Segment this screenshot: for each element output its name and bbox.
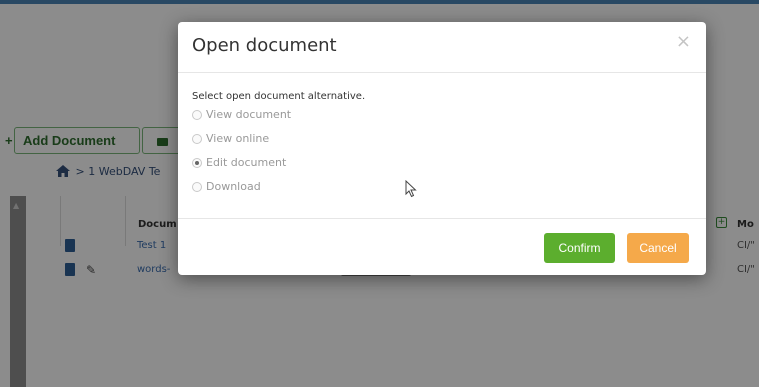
option-edit-document[interactable]: Edit document [192, 153, 692, 177]
option-label[interactable]: Edit document [206, 156, 286, 169]
close-icon[interactable]: × [676, 31, 691, 52]
open-document-modal: Open document × Select open document alt… [178, 22, 706, 275]
option-label[interactable]: Download [206, 180, 261, 193]
option-label[interactable]: View online [206, 132, 269, 145]
radio-download[interactable] [192, 182, 202, 192]
instruction-text: Select open document alternative. [192, 91, 366, 102]
modal-header: Open document × [178, 22, 706, 73]
modal-title: Open document [192, 35, 337, 56]
option-view-online[interactable]: View online [192, 129, 692, 153]
option-view-document[interactable]: View document [192, 105, 692, 129]
option-label[interactable]: View document [206, 108, 291, 121]
radio-view-document[interactable] [192, 110, 202, 120]
radio-edit-document[interactable] [192, 158, 202, 168]
radio-view-online[interactable] [192, 134, 202, 144]
modal-footer: Confirm Cancel [178, 218, 706, 275]
option-download[interactable]: Download [192, 177, 692, 201]
modal-body: Select open document alternative. View d… [192, 91, 692, 201]
confirm-button[interactable]: Confirm [544, 233, 615, 263]
cancel-button[interactable]: Cancel [627, 233, 689, 263]
mouse-cursor-icon [405, 180, 417, 198]
